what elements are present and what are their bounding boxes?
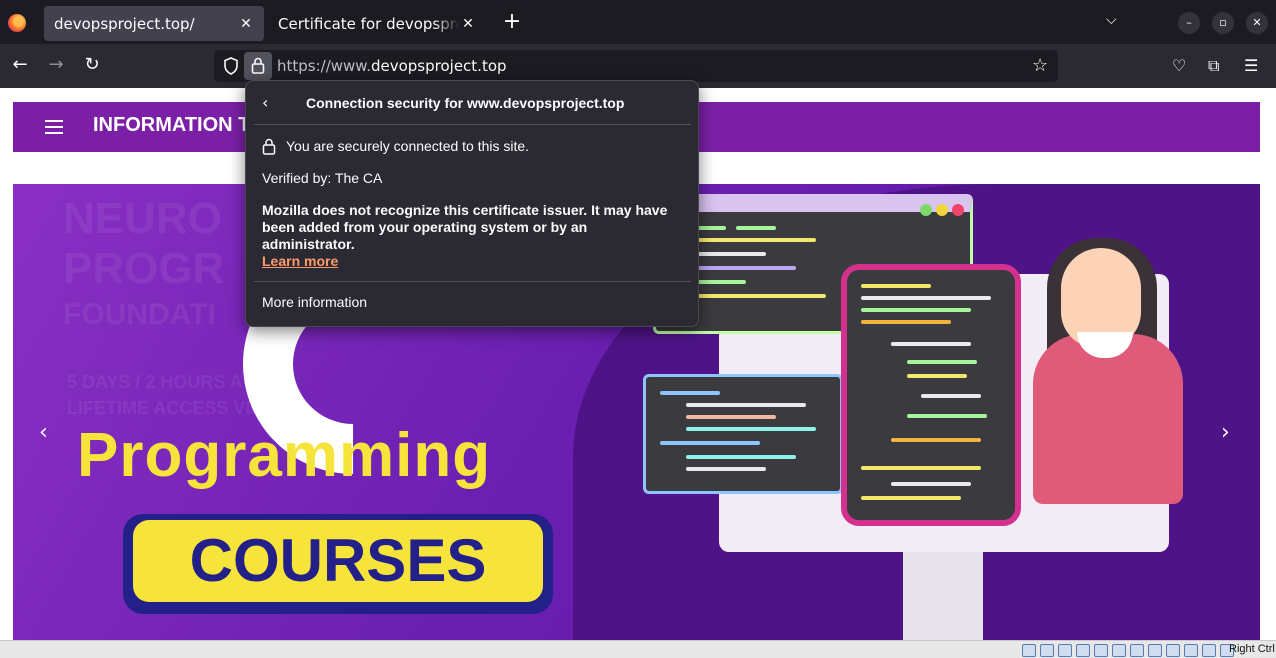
cpu-icon[interactable] — [1166, 644, 1180, 657]
banner-bg-title-1: NEURO — [63, 194, 222, 243]
tab-strip: devopsproject.top/ ✕ Certificate for dev… — [0, 0, 1276, 44]
firefox-logo-icon[interactable] — [8, 14, 26, 32]
divider — [254, 124, 691, 125]
close-icon[interactable]: ✕ — [460, 16, 476, 32]
vm-tray-icons — [1022, 644, 1234, 657]
vm-status-bar: Right Ctrl — [0, 640, 1276, 658]
banner-heading: Programming — [77, 421, 492, 490]
illustration-person-body — [1033, 334, 1183, 504]
arrow-right-icon[interactable]: → — [44, 53, 68, 77]
issuer-warning-text: Mozilla does not recognize this certific… — [262, 202, 668, 252]
shared-folder-icon[interactable] — [1112, 644, 1126, 657]
recording-icon[interactable] — [1148, 644, 1162, 657]
tab-label: Certificate for devopsproject.top — [278, 14, 460, 33]
hamburger-menu-icon[interactable]: ☰ — [1244, 56, 1258, 75]
secure-connection-text: You are securely connected to this site. — [286, 138, 530, 154]
tracking-protection-icon[interactable] — [222, 56, 240, 76]
banner-badge-text: COURSES — [189, 527, 487, 594]
usb-icon[interactable] — [1094, 644, 1108, 657]
site-title[interactable]: INFORMATION T — [93, 114, 250, 137]
panel-title: Connection security for www.devopsprojec… — [306, 95, 625, 111]
chevron-down-icon[interactable]: ⌵ — [1106, 12, 1117, 28]
host-key-label: Right Ctrl — [1229, 643, 1275, 655]
illustration-phone — [841, 264, 1021, 526]
carousel-next-icon[interactable]: › — [1221, 420, 1230, 445]
divider — [254, 281, 691, 282]
close-window-icon[interactable]: ✕ — [1246, 12, 1268, 34]
tab-devopsproject[interactable]: devopsproject.top/ ✕ — [44, 6, 264, 41]
audio-icon[interactable] — [1058, 644, 1072, 657]
banner-bg-title-3: FOUNDATI — [63, 298, 216, 331]
arrow-left-icon[interactable]: ← — [8, 53, 32, 77]
window-dot — [920, 204, 932, 216]
connection-security-panel: ‹ Connection security for www.devopsproj… — [245, 80, 699, 327]
tab-label: devopsproject.top/ — [54, 14, 195, 33]
network-icon[interactable] — [1076, 644, 1090, 657]
illustration-code-window — [643, 374, 843, 494]
restore-icon[interactable]: ▫ — [1212, 12, 1234, 34]
extensions-icon[interactable]: ⧉ — [1208, 56, 1219, 76]
pocket-icon[interactable]: ♡ — [1172, 56, 1186, 75]
tab-certificate[interactable]: Certificate for devopsproject.top ✕ — [268, 6, 486, 41]
learn-more-link[interactable]: Learn more — [262, 253, 338, 269]
virtualization-icon[interactable] — [1184, 644, 1198, 657]
display-icon[interactable] — [1130, 644, 1144, 657]
lock-icon — [262, 138, 276, 155]
site-identity-button[interactable] — [244, 52, 272, 80]
illustration-monitor-stand — [903, 552, 983, 640]
carousel-prev-icon[interactable]: ‹ — [39, 420, 48, 445]
verified-by-text: Verified by: The CA — [262, 170, 383, 186]
banner-bg-title-2: PROGR — [63, 244, 225, 293]
close-icon[interactable]: ✕ — [238, 16, 254, 32]
chevron-left-icon[interactable]: ‹ — [262, 93, 268, 112]
more-information-button[interactable]: More information — [254, 290, 691, 320]
menu-icon[interactable] — [45, 120, 63, 134]
star-icon[interactable]: ☆ — [1032, 55, 1048, 76]
optical-drive-icon[interactable] — [1040, 644, 1054, 657]
window-dot — [936, 204, 948, 216]
lock-icon — [251, 57, 265, 74]
hdd-icon[interactable] — [1022, 644, 1036, 657]
minimize-icon[interactable]: – — [1178, 12, 1200, 34]
mouse-integration-icon[interactable] — [1202, 644, 1216, 657]
url-text[interactable]: https://www.devopsproject.top — [277, 57, 507, 75]
new-tab-plus-icon[interactable]: + — [500, 10, 524, 34]
reload-icon[interactable]: ↻ — [80, 53, 104, 77]
window-dot — [952, 204, 964, 216]
